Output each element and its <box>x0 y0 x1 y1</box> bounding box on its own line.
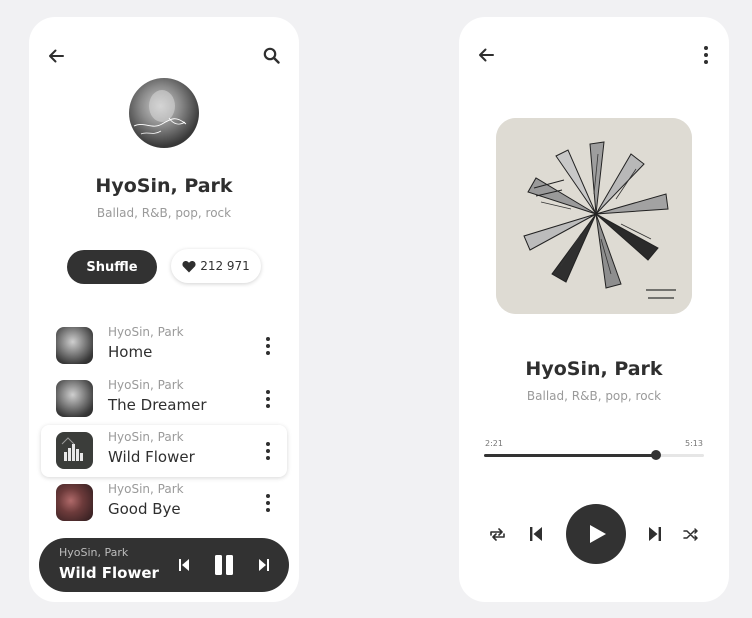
track-artist: HyoSin, Park <box>108 325 184 339</box>
track-title: Wild Flower <box>108 448 195 466</box>
track-artist: HyoSin, Park <box>108 378 184 392</box>
skip-previous-icon[interactable] <box>527 525 545 543</box>
track-title: The Dreamer <box>108 396 207 414</box>
track-title: Home <box>108 343 153 361</box>
skip-next-icon[interactable] <box>256 557 272 573</box>
play-icon <box>590 525 606 543</box>
more-vertical-icon[interactable] <box>263 439 273 463</box>
mini-player-title: Wild Flower <box>59 564 159 582</box>
likes-count: 212 971 <box>200 259 250 273</box>
artist-page-card: HyoSin, Park Ballad, R&B, pop, rock Shuf… <box>29 17 299 602</box>
progress-fill <box>484 454 656 457</box>
artist-genres: Ballad, R&B, pop, rock <box>96 206 232 220</box>
repeat-icon[interactable] <box>487 525 507 543</box>
elapsed-time: 2:21 <box>485 439 503 448</box>
artist-name: HyoSin, Park <box>95 175 233 197</box>
back-arrow-icon[interactable] <box>476 45 496 65</box>
track-artist: HyoSin, Park <box>108 430 184 444</box>
track-artist: HyoSin, Park <box>108 482 184 496</box>
back-arrow-icon[interactable] <box>46 46 66 66</box>
artist-avatar <box>129 78 199 148</box>
album-cover <box>496 118 692 314</box>
track-row-home[interactable]: HyoSin, Park Home <box>41 320 287 372</box>
shuffle-button[interactable]: Shuffle <box>67 250 157 284</box>
now-playing-artist: HyoSin, Park <box>525 358 663 380</box>
more-vertical-icon[interactable] <box>701 45 711 65</box>
track-thumbnail <box>56 484 93 521</box>
more-vertical-icon[interactable] <box>263 387 273 411</box>
skip-previous-icon[interactable] <box>176 557 192 573</box>
shuffle-icon[interactable] <box>681 525 701 543</box>
heart-icon <box>182 260 196 273</box>
track-title: Good Bye <box>108 500 181 518</box>
track-thumbnail <box>56 327 93 364</box>
more-vertical-icon[interactable] <box>263 334 273 358</box>
now-playing-genres: Ballad, R&B, pop, rock <box>526 389 662 403</box>
now-playing-card: HyoSin, Park Ballad, R&B, pop, rock 2:21… <box>459 17 729 602</box>
track-row-wild-flower[interactable]: HyoSin, Park Wild Flower <box>41 425 287 477</box>
progress-slider[interactable] <box>484 450 704 460</box>
skip-next-icon[interactable] <box>646 525 664 543</box>
track-row-good-bye[interactable]: HyoSin, Park Good Bye <box>41 477 287 529</box>
track-row-the-dreamer[interactable]: HyoSin, Park The Dreamer <box>41 373 287 425</box>
more-vertical-icon[interactable] <box>263 491 273 515</box>
likes-button[interactable]: 212 971 <box>171 249 261 283</box>
progress-handle[interactable] <box>650 450 661 460</box>
track-thumbnail <box>56 380 93 417</box>
search-icon[interactable] <box>261 45 281 65</box>
mini-player-artist: HyoSin, Park <box>59 546 129 559</box>
mini-player[interactable]: HyoSin, Park Wild Flower <box>39 538 289 592</box>
play-button[interactable] <box>566 504 626 564</box>
total-duration: 5:13 <box>685 439 703 448</box>
pause-icon[interactable] <box>212 554 236 576</box>
track-thumbnail <box>56 432 93 469</box>
